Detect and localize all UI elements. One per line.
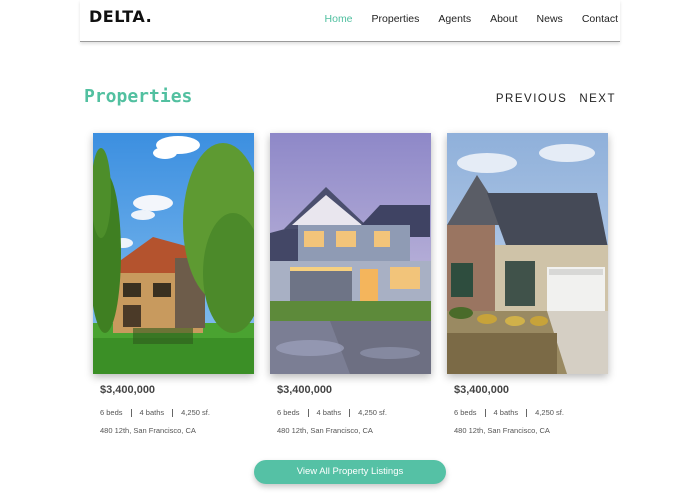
baths-count: 4 baths	[139, 408, 165, 417]
property-specs: 6 beds 4 baths 4,250 sf.	[454, 408, 564, 417]
area-size: 4,250 sf.	[358, 408, 387, 417]
divider	[349, 408, 351, 417]
property-card[interactable]: $3,400,000 6 beds 4 baths 4,250 sf. 480 …	[93, 133, 254, 435]
property-photo[interactable]	[447, 133, 608, 374]
property-photo[interactable]	[270, 133, 431, 374]
area-size: 4,250 sf.	[535, 408, 564, 417]
property-address: 480 12th, San Francisco, CA	[100, 426, 196, 435]
two-story-house-at-dusk-image	[270, 133, 431, 374]
area-size: 4,250 sf.	[181, 408, 210, 417]
property-address: 480 12th, San Francisco, CA	[277, 426, 373, 435]
beds-count: 6 beds	[454, 408, 477, 417]
divider	[484, 408, 486, 417]
main-nav: Home Properties Agents About News Contac…	[306, 13, 618, 25]
nav-agents[interactable]: Agents	[438, 13, 471, 25]
next-button[interactable]: NEXT	[579, 93, 616, 105]
section-title: Properties	[84, 86, 193, 107]
stone-house-with-garage-image	[447, 133, 608, 374]
brick-house-with-trees-image	[93, 133, 254, 374]
beds-count: 6 beds	[277, 408, 300, 417]
nav-home[interactable]: Home	[325, 13, 353, 25]
property-card[interactable]: $3,400,000 6 beds 4 baths 4,250 sf. 480 …	[447, 133, 608, 435]
divider	[172, 408, 174, 417]
divider	[307, 408, 309, 417]
property-photo[interactable]	[93, 133, 254, 374]
property-price: $3,400,000	[100, 384, 156, 396]
divider	[526, 408, 528, 417]
logo[interactable]: DELTA.	[89, 7, 152, 26]
property-specs: 6 beds 4 baths 4,250 sf.	[277, 408, 387, 417]
property-card[interactable]: $3,400,000 6 beds 4 baths 4,250 sf. 480 …	[270, 133, 431, 435]
site-header: DELTA. Home Properties Agents About News…	[80, 0, 620, 42]
view-all-listings-button[interactable]: View All Property Listings	[254, 460, 446, 484]
beds-count: 6 beds	[100, 408, 123, 417]
nav-properties[interactable]: Properties	[372, 13, 420, 25]
carousel-pager: PREVIOUS NEXT	[496, 93, 616, 105]
property-address: 480 12th, San Francisco, CA	[454, 426, 550, 435]
nav-contact[interactable]: Contact	[582, 13, 618, 25]
property-price: $3,400,000	[454, 384, 510, 396]
previous-button[interactable]: PREVIOUS	[496, 93, 567, 105]
property-price: $3,400,000	[277, 384, 333, 396]
baths-count: 4 baths	[316, 408, 342, 417]
divider	[130, 408, 132, 417]
property-specs: 6 beds 4 baths 4,250 sf.	[100, 408, 210, 417]
nav-about[interactable]: About	[490, 13, 517, 25]
baths-count: 4 baths	[493, 408, 519, 417]
nav-news[interactable]: News	[537, 13, 563, 25]
